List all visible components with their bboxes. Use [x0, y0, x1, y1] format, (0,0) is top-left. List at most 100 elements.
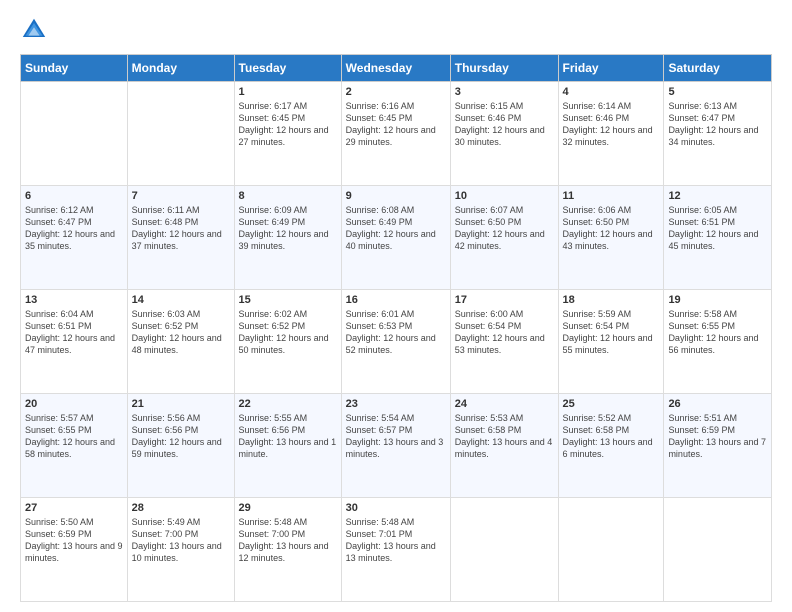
day-cell: 30Sunrise: 5:48 AM Sunset: 7:01 PM Dayli… [341, 498, 450, 602]
day-info: Sunrise: 6:13 AM Sunset: 6:47 PM Dayligh… [668, 100, 767, 149]
day-number: 27 [25, 502, 123, 514]
day-info: Sunrise: 6:02 AM Sunset: 6:52 PM Dayligh… [239, 308, 337, 357]
weekday-header-row: SundayMondayTuesdayWednesdayThursdayFrid… [21, 55, 772, 82]
day-info: Sunrise: 5:48 AM Sunset: 7:01 PM Dayligh… [346, 516, 446, 565]
day-cell [664, 498, 772, 602]
day-number: 24 [455, 398, 554, 410]
day-info: Sunrise: 6:17 AM Sunset: 6:45 PM Dayligh… [239, 100, 337, 149]
day-number: 15 [239, 294, 337, 306]
day-number: 22 [239, 398, 337, 410]
weekday-header-friday: Friday [558, 55, 664, 82]
day-cell: 7 Sunrise: 6:11 AM Sunset: 6:48 PM Daylig… [127, 186, 234, 290]
day-info: Sunrise: 6:09 AM Sunset: 6:49 PM Dayligh… [239, 204, 337, 253]
day-info: Sunrise: 6:03 AM Sunset: 6:52 PM Dayligh… [132, 308, 230, 357]
day-info: Sunrise: 5:49 AM Sunset: 7:00 PM Dayligh… [132, 516, 230, 565]
day-cell: 10 Sunrise: 6:07 AM Sunset: 6:50 PM Dayli… [450, 186, 558, 290]
day-cell: 19Sunrise: 5:58 AM Sunset: 6:55 PM Dayli… [664, 290, 772, 394]
day-number: 11 [563, 190, 660, 202]
day-info: Sunrise: 6:04 AM Sunset: 6:51 PM Dayligh… [25, 308, 123, 357]
day-info: Sunrise: 5:58 AM Sunset: 6:55 PM Dayligh… [668, 308, 767, 357]
week-row-3: 13 Sunrise: 6:04 AM Sunset: 6:51 PM Dayli… [21, 290, 772, 394]
day-number: 25 [563, 398, 660, 410]
day-number: 23 [346, 398, 446, 410]
day-info: Sunrise: 6:08 AM Sunset: 6:49 PM Dayligh… [346, 204, 446, 253]
day-number: 21 [132, 398, 230, 410]
day-number: 13 [25, 294, 123, 306]
day-info: Sunrise: 6:15 AM Sunset: 6:46 PM Dayligh… [455, 100, 554, 149]
day-cell: 21 Sunrise: 5:56 AM Sunset: 6:56 PM Dayli… [127, 394, 234, 498]
day-cell: 27 Sunrise: 5:50 AM Sunset: 6:59 PM Dayli… [21, 498, 128, 602]
day-number: 12 [668, 190, 767, 202]
day-info: Sunrise: 5:48 AM Sunset: 7:00 PM Dayligh… [239, 516, 337, 565]
day-info: Sunrise: 5:59 AM Sunset: 6:54 PM Dayligh… [563, 308, 660, 357]
day-cell: 24 Sunrise: 5:53 AM Sunset: 6:58 PM Dayli… [450, 394, 558, 498]
day-number: 10 [455, 190, 554, 202]
day-number: 6 [25, 190, 123, 202]
weekday-header-monday: Monday [127, 55, 234, 82]
day-number: 29 [239, 502, 337, 514]
day-number: 7 [132, 190, 230, 202]
day-cell: 20 Sunrise: 5:57 AM Sunset: 6:55 PM Dayli… [21, 394, 128, 498]
weekday-header-saturday: Saturday [664, 55, 772, 82]
week-row-4: 20 Sunrise: 5:57 AM Sunset: 6:55 PM Dayli… [21, 394, 772, 498]
day-number: 17 [455, 294, 554, 306]
day-cell [127, 82, 234, 186]
day-cell: 1 Sunrise: 6:17 AM Sunset: 6:45 PM Daylig… [234, 82, 341, 186]
day-info: Sunrise: 5:53 AM Sunset: 6:58 PM Dayligh… [455, 412, 554, 461]
day-cell: 26Sunrise: 5:51 AM Sunset: 6:59 PM Dayli… [664, 394, 772, 498]
day-info: Sunrise: 6:01 AM Sunset: 6:53 PM Dayligh… [346, 308, 446, 357]
day-info: Sunrise: 5:51 AM Sunset: 6:59 PM Dayligh… [668, 412, 767, 461]
day-number: 5 [668, 86, 767, 98]
day-number: 4 [563, 86, 660, 98]
week-row-5: 27 Sunrise: 5:50 AM Sunset: 6:59 PM Dayli… [21, 498, 772, 602]
day-cell: 18 Sunrise: 5:59 AM Sunset: 6:54 PM Dayli… [558, 290, 664, 394]
day-cell: 6 Sunrise: 6:12 AM Sunset: 6:47 PM Daylig… [21, 186, 128, 290]
day-number: 2 [346, 86, 446, 98]
day-number: 1 [239, 86, 337, 98]
day-cell: 9 Sunrise: 6:08 AM Sunset: 6:49 PM Daylig… [341, 186, 450, 290]
day-cell: 11 Sunrise: 6:06 AM Sunset: 6:50 PM Dayli… [558, 186, 664, 290]
calendar-page: SundayMondayTuesdayWednesdayThursdayFrid… [0, 0, 792, 612]
weekday-header-tuesday: Tuesday [234, 55, 341, 82]
day-cell: 5 Sunrise: 6:13 AM Sunset: 6:47 PM Daylig… [664, 82, 772, 186]
day-cell: 28 Sunrise: 5:49 AM Sunset: 7:00 PM Dayli… [127, 498, 234, 602]
day-info: Sunrise: 5:57 AM Sunset: 6:55 PM Dayligh… [25, 412, 123, 461]
day-number: 9 [346, 190, 446, 202]
day-number: 20 [25, 398, 123, 410]
day-cell [558, 498, 664, 602]
day-cell: 15 Sunrise: 6:02 AM Sunset: 6:52 PM Dayli… [234, 290, 341, 394]
day-cell [21, 82, 128, 186]
day-cell: 22Sunrise: 5:55 AM Sunset: 6:56 PM Dayli… [234, 394, 341, 498]
calendar-table: SundayMondayTuesdayWednesdayThursdayFrid… [20, 54, 772, 602]
day-number: 18 [563, 294, 660, 306]
day-info: Sunrise: 6:12 AM Sunset: 6:47 PM Dayligh… [25, 204, 123, 253]
day-info: Sunrise: 5:56 AM Sunset: 6:56 PM Dayligh… [132, 412, 230, 461]
day-info: Sunrise: 6:16 AM Sunset: 6:45 PM Dayligh… [346, 100, 446, 149]
day-info: Sunrise: 5:52 AM Sunset: 6:58 PM Dayligh… [563, 412, 660, 461]
day-cell [450, 498, 558, 602]
logo-icon [20, 16, 48, 44]
day-cell: 2 Sunrise: 6:16 AM Sunset: 6:45 PM Daylig… [341, 82, 450, 186]
day-cell: 16Sunrise: 6:01 AM Sunset: 6:53 PM Dayli… [341, 290, 450, 394]
weekday-header-thursday: Thursday [450, 55, 558, 82]
week-row-1: 1 Sunrise: 6:17 AM Sunset: 6:45 PM Daylig… [21, 82, 772, 186]
day-number: 28 [132, 502, 230, 514]
day-info: Sunrise: 5:54 AM Sunset: 6:57 PM Dayligh… [346, 412, 446, 461]
day-info: Sunrise: 6:05 AM Sunset: 6:51 PM Dayligh… [668, 204, 767, 253]
day-info: Sunrise: 5:50 AM Sunset: 6:59 PM Dayligh… [25, 516, 123, 565]
weekday-header-sunday: Sunday [21, 55, 128, 82]
day-info: Sunrise: 6:11 AM Sunset: 6:48 PM Dayligh… [132, 204, 230, 253]
day-info: Sunrise: 6:07 AM Sunset: 6:50 PM Dayligh… [455, 204, 554, 253]
day-cell: 3 Sunrise: 6:15 AM Sunset: 6:46 PM Daylig… [450, 82, 558, 186]
day-info: Sunrise: 6:14 AM Sunset: 6:46 PM Dayligh… [563, 100, 660, 149]
day-cell: 8 Sunrise: 6:09 AM Sunset: 6:49 PM Daylig… [234, 186, 341, 290]
day-number: 14 [132, 294, 230, 306]
day-cell: 17Sunrise: 6:00 AM Sunset: 6:54 PM Dayli… [450, 290, 558, 394]
day-number: 8 [239, 190, 337, 202]
day-cell: 12 Sunrise: 6:05 AM Sunset: 6:51 PM Dayli… [664, 186, 772, 290]
day-info: Sunrise: 6:06 AM Sunset: 6:50 PM Dayligh… [563, 204, 660, 253]
day-number: 3 [455, 86, 554, 98]
day-cell: 23 Sunrise: 5:54 AM Sunset: 6:57 PM Dayli… [341, 394, 450, 498]
day-cell: 14 Sunrise: 6:03 AM Sunset: 6:52 PM Dayli… [127, 290, 234, 394]
logo [20, 16, 52, 44]
